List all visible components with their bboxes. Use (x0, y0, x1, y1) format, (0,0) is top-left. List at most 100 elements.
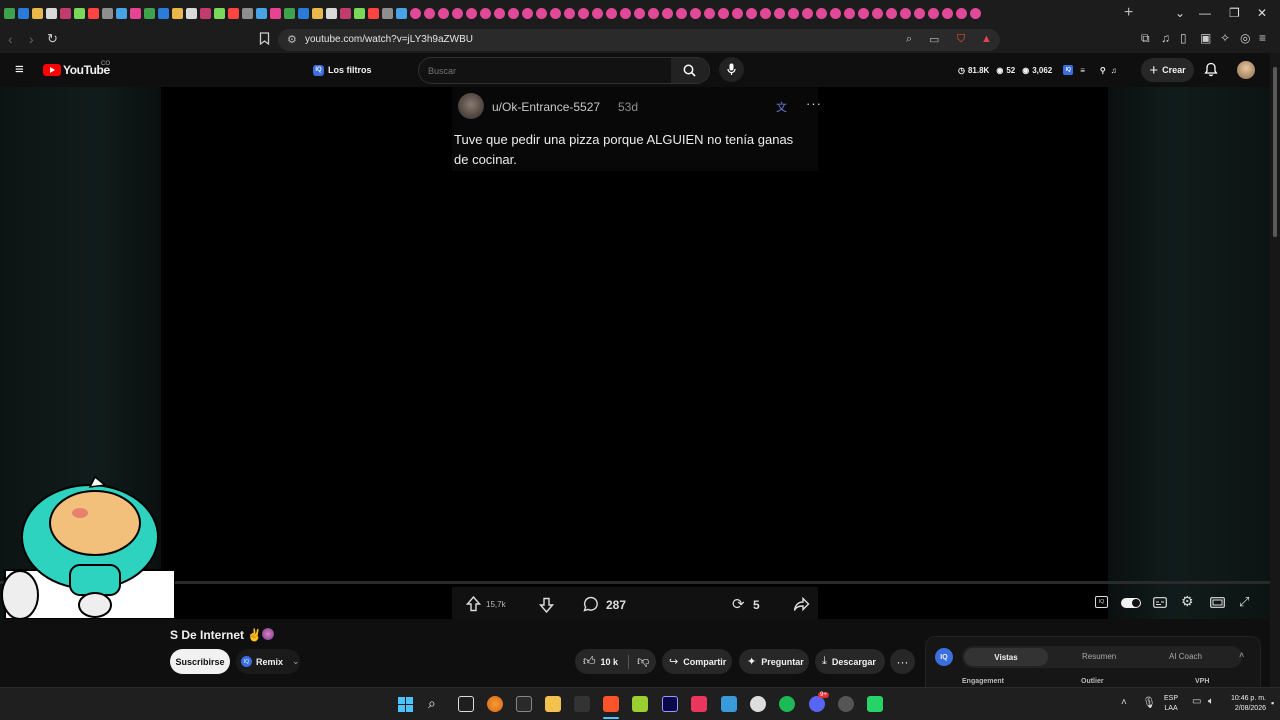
page-scrollbar[interactable] (1270, 53, 1280, 687)
pinned-tab-favicon[interactable] (367, 8, 379, 19)
pinned-tab-favicon[interactable] (87, 8, 99, 19)
like-icon[interactable]: 👍︎ (583, 654, 596, 669)
pinned-tab-favicon[interactable] (409, 8, 421, 19)
pinned-tab-favicon[interactable] (871, 8, 883, 19)
pinned-tab-favicon[interactable] (381, 8, 393, 19)
sidebar-icon[interactable]: ▯ (1180, 31, 1187, 45)
vpn-icon[interactable]: ◎ (1240, 31, 1250, 45)
autoplay-toggle[interactable] (1121, 598, 1141, 608)
share-button[interactable]: ↪ Compartir (662, 649, 732, 674)
pinned-tab-favicon[interactable] (115, 8, 127, 19)
pinned-tab-favicon[interactable] (297, 8, 309, 19)
pinned-tab-favicon[interactable] (465, 8, 477, 19)
media-control-icon[interactable]: ♫ (1161, 31, 1170, 45)
menu-icon[interactable]: ≡ (1259, 31, 1266, 45)
pinned-tab-favicon[interactable] (815, 8, 827, 19)
search-button[interactable] (671, 58, 709, 83)
remix-button[interactable]: IQ Remix ⌄ (236, 649, 300, 674)
pinned-tab-favicon[interactable] (157, 8, 169, 19)
whatsapp-icon[interactable] (867, 696, 883, 712)
tab-search-button[interactable]: ⌄ (1175, 6, 1185, 20)
pinned-tab-favicon[interactable] (885, 8, 897, 19)
filters-button[interactable]: IQ Los filtros (308, 61, 377, 79)
pinned-tab-favicon[interactable] (843, 8, 855, 19)
pinned-tab-favicon[interactable] (451, 8, 463, 19)
pinned-tab-favicon[interactable] (395, 8, 407, 19)
bookmark-icon[interactable] (259, 32, 270, 48)
bell-small-icon[interactable]: ♫ (1111, 66, 1117, 75)
clock[interactable]: 10:46 p. m. 2/08/2026 (1226, 694, 1266, 714)
collapse-chevron-icon[interactable]: ˄ (1239, 650, 1244, 660)
extensions-icon[interactable]: ⧉ (1141, 31, 1150, 46)
pinned-tab-favicon[interactable] (899, 8, 911, 19)
pinned-tab-favicon[interactable] (563, 8, 575, 19)
pinned-tab-favicon[interactable] (213, 8, 225, 19)
reload-icon[interactable]: ↻ (47, 31, 58, 47)
file-explorer-icon[interactable] (545, 696, 561, 712)
avatar[interactable] (1237, 61, 1255, 79)
pinned-tab-favicon[interactable] (801, 8, 813, 19)
pinned-tab-favicon[interactable] (927, 8, 939, 19)
pinned-tab-favicon[interactable] (255, 8, 267, 19)
pinned-tab-favicon[interactable] (787, 8, 799, 19)
pinned-tab-favicon[interactable] (269, 8, 281, 19)
tab-vistas[interactable]: Vistas (964, 648, 1048, 666)
subscribe-button[interactable]: Suscribirse (170, 649, 230, 674)
obs-icon[interactable] (750, 696, 766, 712)
pin-icon[interactable]: ⚲ (1100, 66, 1106, 75)
volume-icon[interactable]: 🔈︎ (1208, 696, 1214, 707)
pinned-tab-favicon[interactable] (339, 8, 351, 19)
video-player[interactable]: u/Ok-Entrance-5527 53d 文 ··· Tuve que pe… (0, 87, 1270, 621)
ask-button[interactable]: ✦ Preguntar (739, 649, 809, 674)
a-app-icon[interactable] (632, 696, 648, 712)
settings-gear-icon[interactable]: ⚙ (1181, 593, 1194, 610)
pinned-tab-favicon[interactable] (493, 8, 505, 19)
pinned-tab-favicon[interactable] (591, 8, 603, 19)
pinned-tab-favicon[interactable] (353, 8, 365, 19)
maximize-button[interactable]: ❐ (1229, 6, 1240, 20)
pinned-tab-favicon[interactable] (101, 8, 113, 19)
cast-icon[interactable]: ▭ (929, 33, 939, 46)
pinned-tab-favicon[interactable] (703, 8, 715, 19)
scrollbar-thumb[interactable] (1273, 67, 1277, 237)
pinned-tab-favicon[interactable] (241, 8, 253, 19)
tray-chevron-icon[interactable]: ˄ (1121, 697, 1127, 708)
language-indicator[interactable]: ESP LAA (1164, 694, 1178, 714)
store-icon[interactable] (516, 696, 532, 712)
pinned-tab-favicon[interactable] (647, 8, 659, 19)
pinned-tab-favicon[interactable] (325, 8, 337, 19)
premiere-icon[interactable] (662, 696, 678, 712)
create-button[interactable]: + Crear (1141, 58, 1194, 82)
pinned-tab-favicon[interactable] (423, 8, 435, 19)
pinned-tab-favicon[interactable] (507, 8, 519, 19)
pinned-tab-favicon[interactable] (73, 8, 85, 19)
pinned-tab-favicon[interactable] (199, 8, 211, 19)
pinned-tab-favicon[interactable] (283, 8, 295, 19)
forward-icon[interactable]: › (29, 31, 34, 47)
taskbar-search-icon[interactable]: ⌕ (428, 695, 436, 712)
pinned-tab-favicon[interactable] (717, 8, 729, 19)
site-info-icon[interactable]: ⚙ (287, 33, 297, 46)
iq-player-icon[interactable]: IQ (1095, 596, 1108, 608)
progress-bar[interactable] (0, 581, 1270, 584)
spotify-icon[interactable] (779, 696, 795, 712)
pinned-tab-favicon[interactable] (675, 8, 687, 19)
brave-rewards-icon[interactable]: ▲ (981, 33, 992, 45)
pinned-tab-favicon[interactable] (829, 8, 841, 19)
minimize-button[interactable]: — (1199, 6, 1211, 20)
more-actions-button[interactable]: ··· (890, 649, 915, 674)
search-input[interactable] (428, 63, 658, 78)
pinned-tab-favicon[interactable] (577, 8, 589, 19)
tab-ai-coach[interactable]: AI Coach (1169, 652, 1202, 661)
pinned-tab-favicon[interactable] (535, 8, 547, 19)
pinned-tab-favicon[interactable] (479, 8, 491, 19)
pinned-tab-favicon[interactable] (731, 8, 743, 19)
guide-menu-icon[interactable]: ≡ (15, 61, 24, 78)
pinned-tab-favicon[interactable] (913, 8, 925, 19)
close-window-button[interactable]: ✕ (1257, 6, 1267, 20)
pinned-tab-favicon[interactable] (941, 8, 953, 19)
pinned-tab-favicon[interactable] (969, 8, 981, 19)
url-text[interactable]: youtube.com/watch?v=jLY3h9aZWBU (305, 34, 473, 45)
pinned-tab-favicon[interactable] (3, 8, 15, 19)
leo-ai-icon[interactable]: ✧ (1220, 31, 1230, 45)
